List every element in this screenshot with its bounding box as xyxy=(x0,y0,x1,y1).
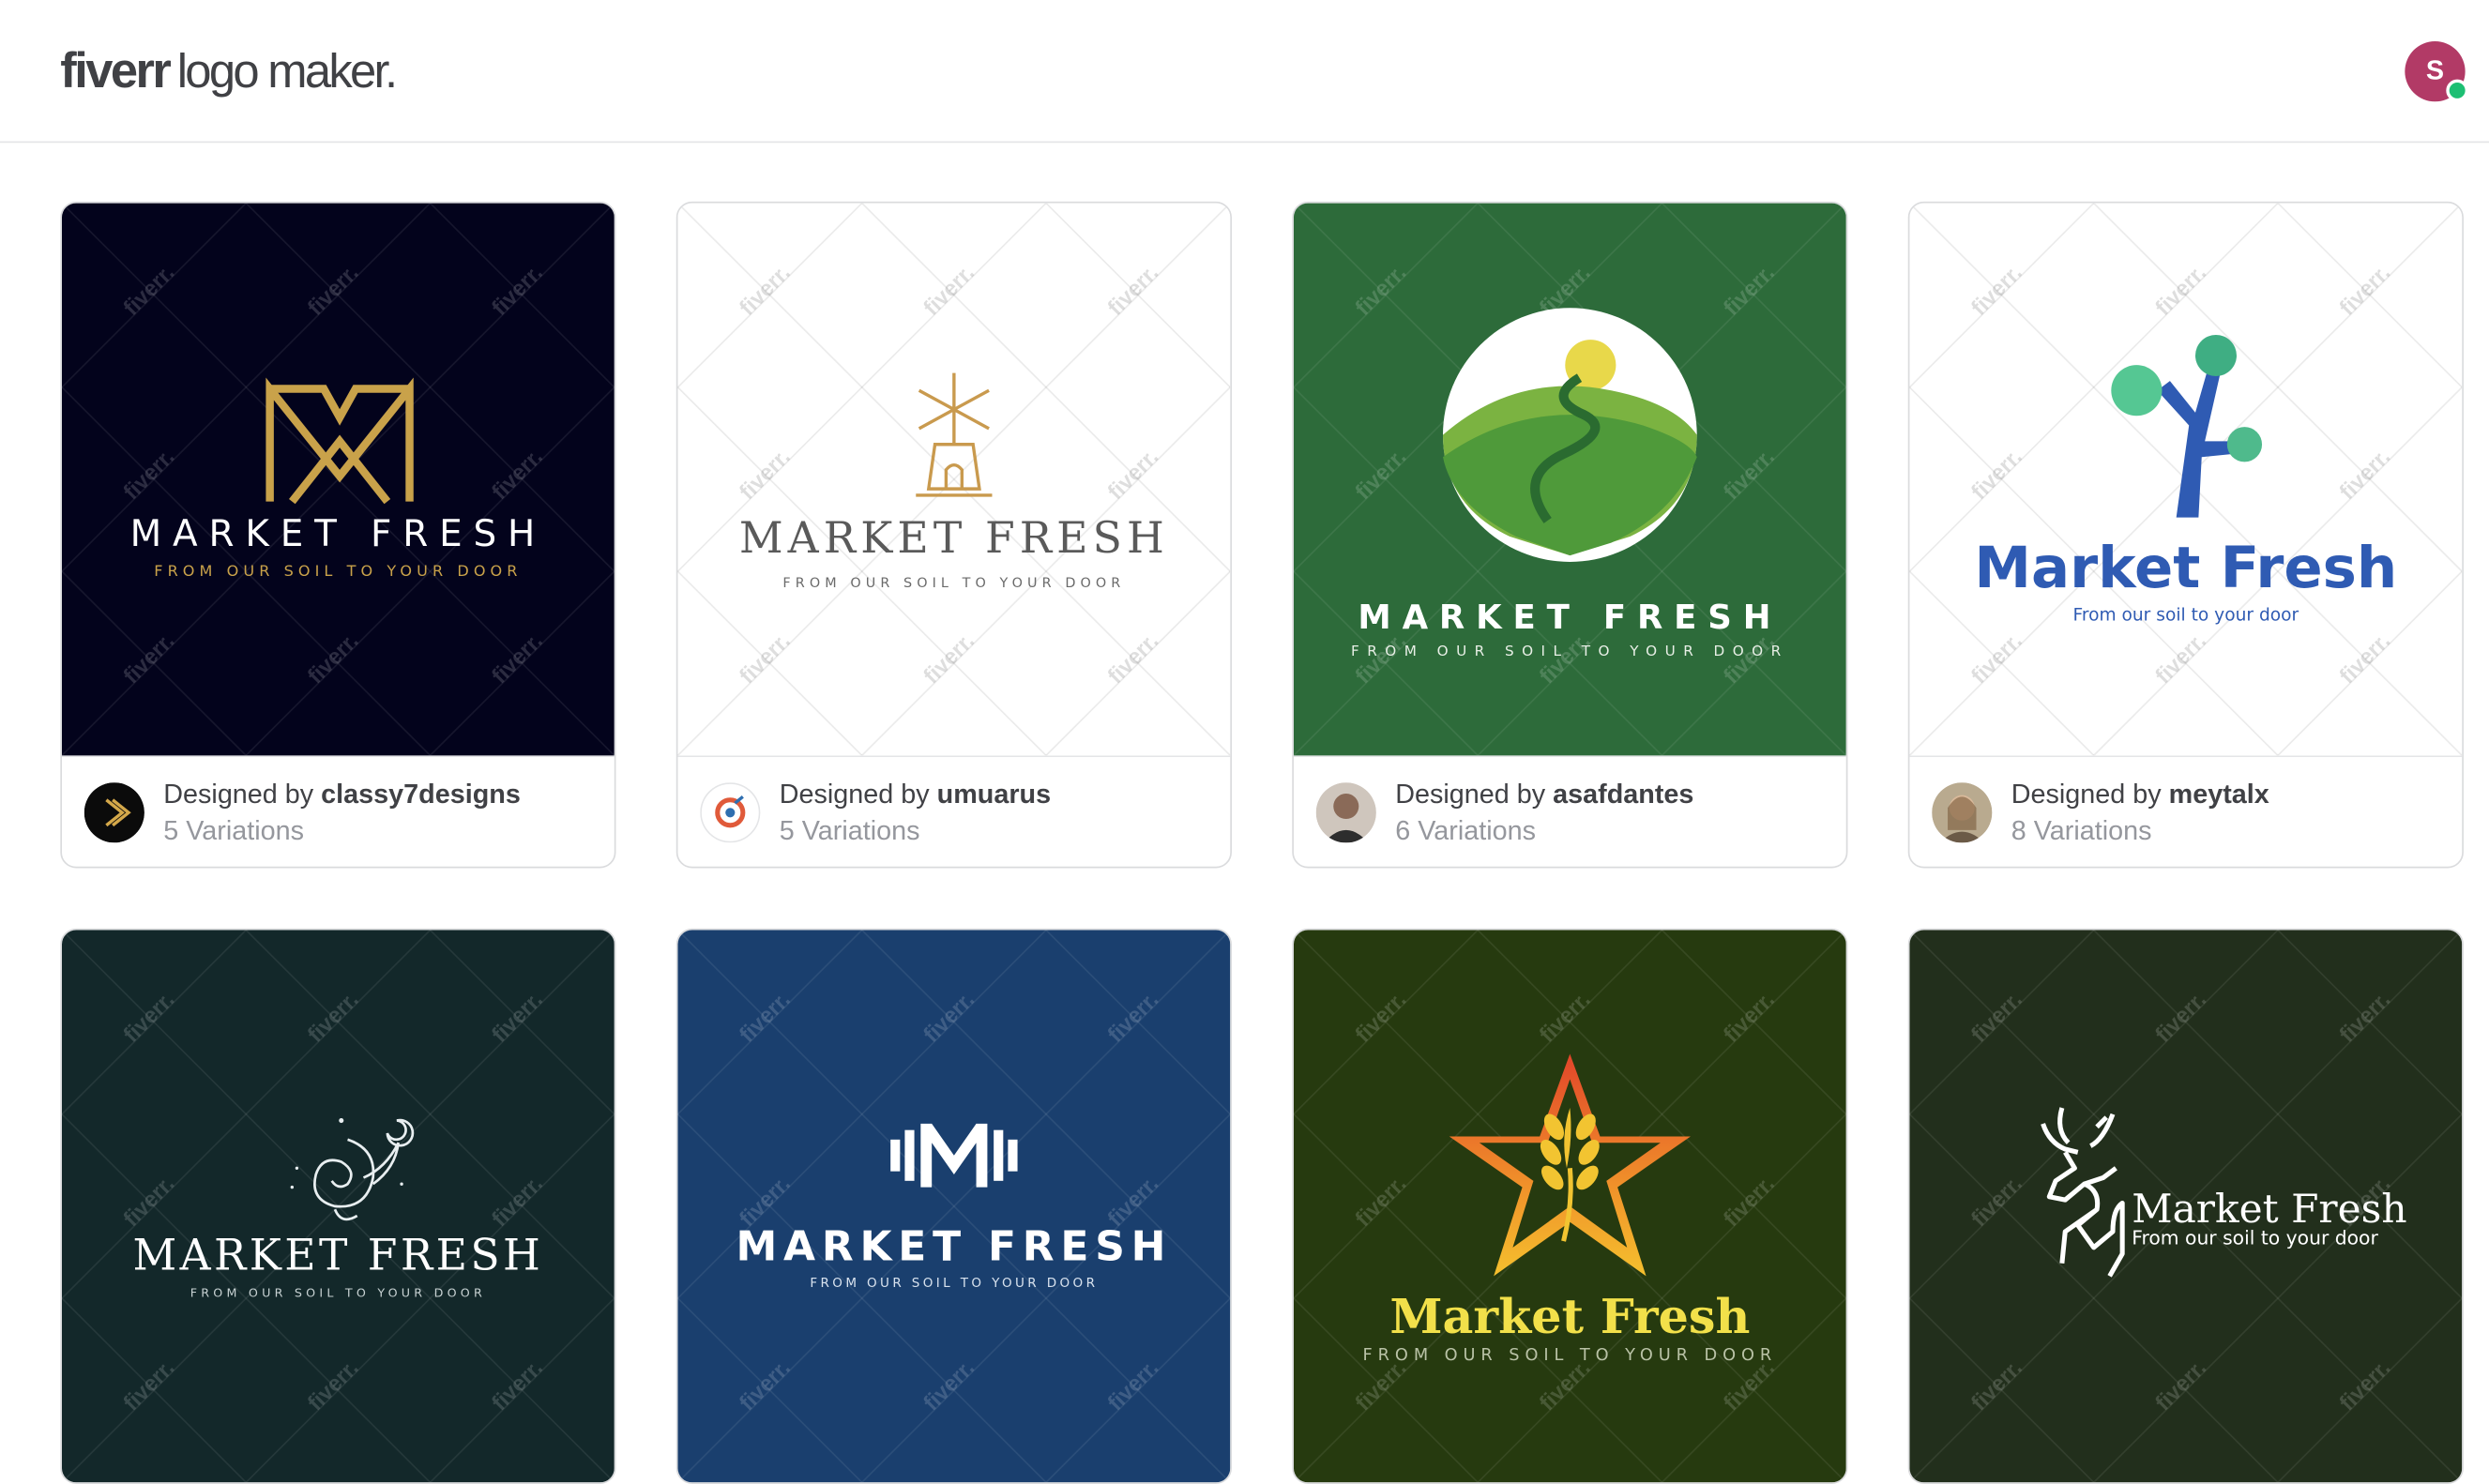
designer-name[interactable]: meytalx xyxy=(2169,779,2269,809)
logo-tagline: FROM OUR SOIL TO YOUR DOOR xyxy=(154,562,522,580)
logo-product-text: logo maker. xyxy=(177,45,396,99)
logo-title: MARKET FRESH xyxy=(739,513,1169,563)
card-footer: Designed by meytalx 8 Variations xyxy=(1909,755,2462,866)
designed-by-label: Designed by xyxy=(780,779,937,809)
variations-count: 5 Variations xyxy=(780,811,1051,848)
card-footer: Designed by classy7designs 5 Variations xyxy=(62,755,615,866)
logo-card[interactable]: fiverr.fiverr.fiverr.fiverr.fiverr.fiver… xyxy=(1292,929,1847,1484)
designer-name[interactable]: asafdantes xyxy=(1553,779,1693,809)
designed-by-label: Designed by xyxy=(1395,779,1553,809)
logo-artwork: Market Fresh From our soil to your door xyxy=(1909,204,2462,756)
logo-tagline: FROM OUR SOIL TO YOUR DOOR xyxy=(1363,1346,1778,1365)
designer-avatar xyxy=(84,781,144,841)
logo-title: MARKET FRESH xyxy=(133,1231,544,1280)
designer-name[interactable]: umuarus xyxy=(937,779,1051,809)
logo-tagline: From our soil to your door xyxy=(2132,1226,2378,1249)
top-header: fiverr logo maker. S xyxy=(0,0,2489,143)
variations-count: 8 Variations xyxy=(2011,811,2269,848)
designer-avatar xyxy=(700,781,760,841)
logo-artwork: MARKET FRESH FROM OUR SOIL TO YOUR DOOR xyxy=(677,204,1230,756)
logo-preview[interactable]: fiverr.fiverr.fiverr.fiverr.fiverr.fiver… xyxy=(1294,204,1846,756)
logo-preview[interactable]: fiverr.fiverr.fiverr.fiverr.fiverr.fiver… xyxy=(62,204,615,756)
logo-card[interactable]: fiverr.fiverr.fiverr.fiverr.fiverr.fiver… xyxy=(60,929,615,1484)
logo-preview[interactable]: fiverr.fiverr.fiverr.fiverr.fiverr.fiver… xyxy=(1909,204,2462,756)
logo-title: Market Fresh xyxy=(1389,1288,1750,1344)
logo-tagline: FROM OUR SOIL TO YOUR DOOR xyxy=(190,1285,486,1299)
designed-by-label: Designed by xyxy=(2011,779,2169,809)
user-avatar[interactable]: S xyxy=(2405,40,2465,100)
card-footer: Designed by asafdantes 6 Variations xyxy=(1294,755,1846,866)
designed-by-line: Designed by umuarus xyxy=(780,776,1051,812)
online-status-dot xyxy=(2446,79,2468,101)
logo-artwork: MARKET FRESH FROM OUR SOIL TO YOUR DOOR xyxy=(1294,204,1846,756)
logo-card[interactable]: fiverr.fiverr.fiverr.fiverr.fiverr.fiver… xyxy=(676,202,1232,869)
designed-by-line: Designed by asafdantes xyxy=(1395,776,1693,812)
logo-artwork: MARKET FRESH FROM OUR SOIL TO YOUR DOOR xyxy=(62,204,615,756)
logo-tagline: From our soil to your door xyxy=(2072,606,2299,626)
designed-by-label: Designed by xyxy=(163,779,321,809)
logo-brand-text: fiverr xyxy=(60,42,169,99)
logo-card[interactable]: fiverr.fiverr.fiverr.fiverr.fiverr.fiver… xyxy=(1908,929,2464,1484)
designer-name[interactable]: classy7designs xyxy=(321,779,521,809)
logo-title: Market Fresh xyxy=(1974,535,2397,601)
variations-count: 5 Variations xyxy=(163,811,521,848)
logo-title: MARKET FRESH xyxy=(736,1222,1172,1270)
logo-card[interactable]: fiverr.fiverr.fiverr.fiverr.fiverr.fiver… xyxy=(1908,202,2464,869)
logo-results-grid: fiverr.fiverr.fiverr.fiverr.fiverr.fiver… xyxy=(60,202,2464,1484)
designer-avatar xyxy=(1932,781,1992,841)
fiverr-logo-maker-logo[interactable]: fiverr logo maker. xyxy=(60,42,395,99)
variations-count: 6 Variations xyxy=(1395,811,1693,848)
logo-title: MARKET FRESH xyxy=(1358,598,1782,637)
logo-preview[interactable]: fiverr.fiverr.fiverr.fiverr.fiverr.fiver… xyxy=(677,204,1230,756)
avatar-initial: S xyxy=(2426,54,2444,86)
logo-title: Market Fresh xyxy=(2132,1186,2406,1232)
logo-card[interactable]: fiverr.fiverr.fiverr.fiverr.fiverr.fiver… xyxy=(60,202,615,869)
logo-tagline: FROM OUR SOIL TO YOUR DOOR xyxy=(1351,643,1789,659)
card-footer: Designed by umuarus 5 Variations xyxy=(677,755,1230,866)
designed-by-line: Designed by classy7designs xyxy=(163,776,521,812)
logo-tagline: FROM OUR SOIL TO YOUR DOOR xyxy=(782,576,1125,591)
designed-by-line: Designed by meytalx xyxy=(2011,776,2269,812)
logo-tagline: FROM OUR SOIL TO YOUR DOOR xyxy=(810,1276,1098,1291)
designer-avatar xyxy=(1316,781,1376,841)
logo-card[interactable]: fiverr.fiverr.fiverr.fiverr.fiverr.fiver… xyxy=(1292,202,1847,869)
logo-title: MARKET FRESH xyxy=(130,513,547,555)
logo-card[interactable]: fiverr.fiverr.fiverr.fiverr.fiverr.fiver… xyxy=(676,929,1232,1484)
